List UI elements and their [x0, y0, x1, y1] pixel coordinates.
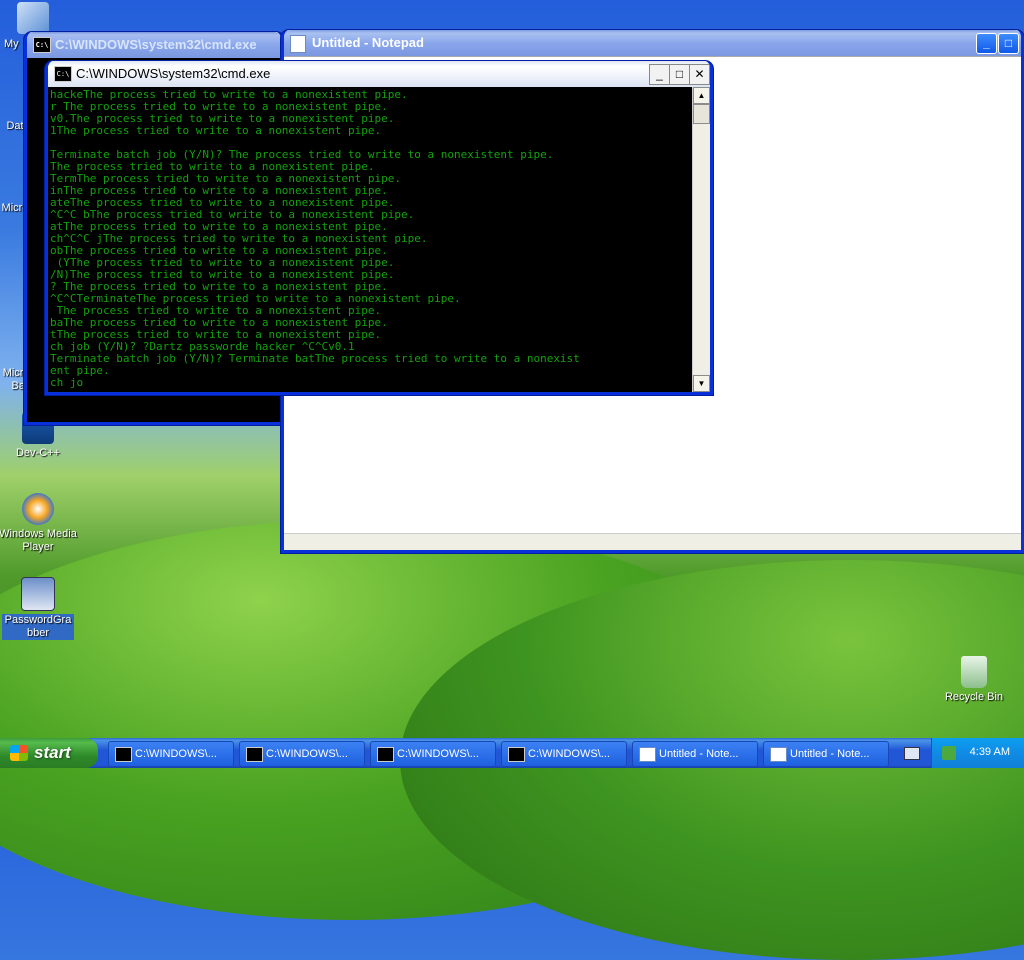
window-title: C:\WINDOWS\system32\cmd.exe	[76, 66, 271, 81]
cmd-window-front[interactable]: C:\ C:\WINDOWS\system32\cmd.exe _ □ ✕ ha…	[45, 61, 713, 395]
network-icon[interactable]	[942, 746, 956, 760]
window-title: Untitled - Notepad	[312, 35, 424, 50]
notepad-titlebar[interactable]: Untitled - Notepad _ □	[284, 30, 1021, 56]
desktop-icon-label: My	[4, 38, 19, 50]
desktop-icon-label: Dat	[6, 120, 24, 132]
recycle-bin-icon	[961, 656, 987, 688]
desktop-icon-label: Recycle Bin	[944, 691, 1004, 703]
taskbar-item-label: C:\WINDOWS\...	[397, 748, 479, 760]
console-line: 1The process tried to write to a nonexis…	[50, 124, 382, 137]
maximize-button[interactable]: □	[669, 64, 690, 85]
keyboard-icon[interactable]	[904, 747, 920, 760]
desktop-icon-passwordgrabber[interactable]: PasswordGrabber	[0, 577, 78, 640]
notepad-icon	[290, 35, 306, 53]
cmd-icon: C:\	[54, 66, 72, 82]
cmd-icon	[246, 747, 263, 762]
taskbar-item-label: C:\WINDOWS\...	[266, 748, 348, 760]
cmd-icon	[508, 747, 525, 762]
window-title: C:\WINDOWS\system32\cmd.exe	[55, 37, 257, 52]
taskbar-item-cmd[interactable]: C:\WINDOWS\...	[239, 741, 365, 767]
console-scrollbar[interactable]: ▲ ▼	[692, 87, 710, 392]
taskbar-item-label: Untitled - Note...	[790, 748, 870, 760]
taskbar-item-label: C:\WINDOWS\...	[135, 748, 217, 760]
console-line: Terminate batch job (Y/N)? Terminate bat…	[50, 352, 580, 365]
taskbar: start C:\WINDOWS\... C:\WINDOWS\... C:\WIN…	[0, 738, 1024, 768]
console-line: ch jo	[50, 376, 84, 389]
cmd-icon: C:\	[33, 37, 51, 53]
console-line: ent pipe.	[50, 364, 110, 377]
maximize-button[interactable]: □	[998, 33, 1019, 54]
taskbar-item-label: C:\WINDOWS\...	[528, 748, 610, 760]
close-button[interactable]: ✕	[689, 64, 710, 85]
scroll-thumb[interactable]	[693, 104, 710, 124]
minimize-button[interactable]: _	[649, 64, 670, 85]
scroll-down-arrow-icon[interactable]: ▼	[693, 375, 710, 392]
console-output[interactable]: hackeThe process tried to write to a non…	[48, 87, 693, 392]
cmd-icon	[377, 747, 394, 762]
taskbar-item-cmd[interactable]: C:\WINDOWS\...	[501, 741, 627, 767]
notepad-icon	[639, 747, 656, 762]
taskbar-item-notepad[interactable]: Untitled - Note...	[632, 741, 758, 767]
cmd-window-back-titlebar[interactable]: C:\ C:\WINDOWS\system32\cmd.exe	[27, 32, 281, 58]
system-tray: 4:39 AM	[931, 738, 1024, 768]
notepad-hscroll[interactable]	[284, 533, 1021, 550]
desktop-icon-label: Windows Media Player	[0, 528, 77, 553]
cmd-icon	[115, 747, 132, 762]
computer-icon	[17, 2, 49, 34]
taskbar-item-label: Untitled - Note...	[659, 748, 739, 760]
taskbar-item-notepad[interactable]: Untitled - Note...	[763, 741, 889, 767]
notepad-icon	[770, 747, 787, 762]
cmd-front-body[interactable]: hackeThe process tried to write to a non…	[48, 87, 710, 392]
media-player-icon	[22, 493, 54, 525]
desktop-icon-label: Dev-C++	[15, 447, 61, 459]
desktop-icon-label: PasswordGrabber	[2, 614, 74, 640]
application-icon	[21, 577, 55, 611]
desktop-icon-windows-media-player[interactable]: Windows Media Player	[0, 493, 78, 554]
minimize-button[interactable]: _	[976, 33, 997, 54]
scroll-up-arrow-icon[interactable]: ▲	[693, 87, 710, 104]
taskbar-item-cmd[interactable]: C:\WINDOWS\...	[370, 741, 496, 767]
cmd-window-front-titlebar[interactable]: C:\ C:\WINDOWS\system32\cmd.exe _ □ ✕	[48, 61, 710, 87]
desktop-icon-recycle-bin[interactable]: Recycle Bin	[934, 656, 1014, 704]
taskbar-item-cmd[interactable]: C:\WINDOWS\...	[108, 741, 234, 767]
clock: 4:39 AM	[969, 746, 1010, 758]
start-button[interactable]: start	[0, 738, 98, 768]
windows-logo-icon	[10, 745, 28, 761]
start-label: start	[34, 743, 71, 762]
